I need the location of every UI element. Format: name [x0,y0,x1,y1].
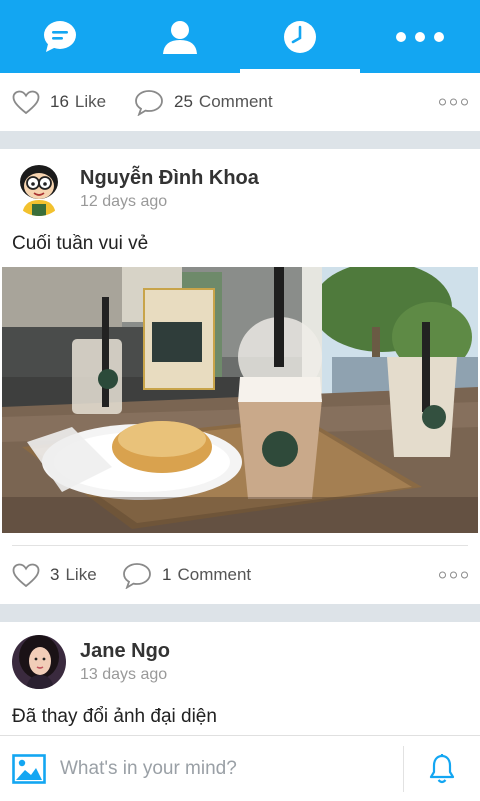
notifications-button[interactable] [404,753,480,785]
post-time: 13 days ago [80,666,168,683]
tab-messages[interactable] [0,0,120,73]
dot-icon [439,98,446,106]
comment-label: Comment [177,565,252,584]
dot-icon [450,98,457,106]
image-icon[interactable] [12,753,46,784]
post-actions: 3 Like 1 Comment [0,546,480,604]
avatar[interactable] [12,162,66,216]
post-header: Nguyễn Đình Khoa 12 days ago [0,149,480,229]
post-caption: Đã thay đổi ảnh đại diện [12,706,217,727]
heart-icon [12,90,40,114]
like-label: Like [65,565,97,584]
post-options-button[interactable] [435,98,468,106]
news-feed: 16 Like 25 Comment Nguyễn Đình Khoa 12 d… [0,73,480,735]
like-count: 3 [50,565,60,584]
post-caption: Cuối tuần vui vẻ [12,233,149,254]
post-card: 16 Like 25 Comment [0,73,480,131]
post-header: Jane Ngo 13 days ago [0,622,480,702]
tab-history[interactable] [240,0,360,73]
comment-button[interactable]: 1 Comment [122,562,251,589]
chat-icon [44,20,76,52]
dot-icon [450,571,457,579]
comment-count: 1 [162,565,172,584]
post-actions: 16 Like 25 Comment [0,73,480,131]
more-icon [396,31,444,42]
comment-count: 25 [174,92,193,111]
like-button[interactable]: 3 Like [12,563,122,588]
user-icon [163,20,197,54]
comment-icon [123,562,151,589]
post-time: 12 days ago [80,193,168,210]
like-button[interactable]: 16 Like [12,90,134,115]
post-photo[interactable] [2,267,478,533]
status-composer: What's in your mind? [0,735,480,801]
post-card: Nguyễn Đình Khoa 12 days ago Cuối tuần v… [0,149,480,604]
like-count: 16 [50,92,69,111]
post-separator [0,131,480,149]
comment-label: Comment [198,92,273,111]
post-separator [0,604,480,622]
status-input[interactable]: What's in your mind? [60,758,403,780]
tab-profile[interactable] [120,0,240,73]
author-name[interactable]: Nguyễn Đình Khoa [80,165,259,191]
dot-icon [461,98,468,106]
heart-icon [12,563,40,587]
clock-icon [284,20,316,53]
author-name[interactable]: Jane Ngo [80,638,170,664]
avatar[interactable] [12,635,66,689]
post-card: Jane Ngo 13 days ago Đã thay đổi ảnh đại… [0,622,480,735]
comment-icon [135,89,163,116]
comment-button[interactable]: 25 Comment [134,89,273,116]
like-label: Like [74,92,107,111]
dot-icon [461,571,468,579]
dot-icon [439,571,446,579]
top-nav-bar [0,0,480,73]
post-options-button[interactable] [435,571,468,579]
bell-icon [429,753,455,783]
tab-more[interactable] [360,0,480,73]
